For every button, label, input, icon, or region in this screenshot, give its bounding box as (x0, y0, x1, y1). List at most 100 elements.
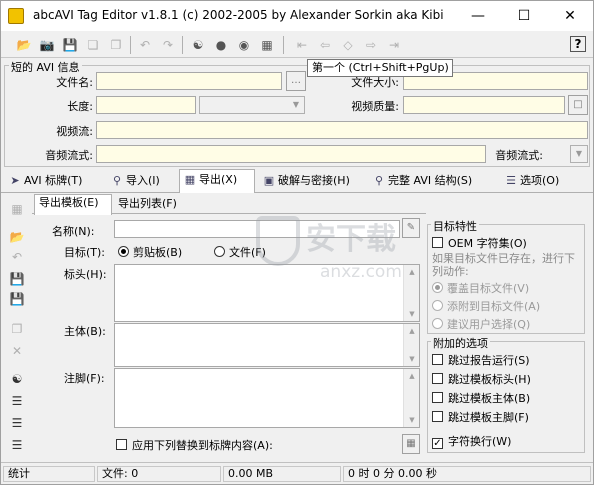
video-stream-label: 视频流: (56, 125, 93, 138)
header-scrollbar[interactable]: ▲ ▼ (403, 265, 419, 321)
last-icon[interactable]: ⇥ (385, 36, 403, 54)
save-as-icon[interactable]: 💾 (8, 290, 26, 308)
footer-textarea[interactable]: ▲ ▼ (114, 368, 420, 428)
save-all-icon[interactable]: ❏ (84, 36, 102, 54)
skip-report-checkbox[interactable]: 跳过报告运行(S) (432, 352, 530, 368)
name-edit-button[interactable]: ✎ (402, 218, 420, 238)
ask-user-radio[interactable]: 建议用户选择(Q) (432, 316, 530, 332)
apply-replace-checkbox[interactable]: 应用下列替换到标牌内容(A): (116, 437, 273, 453)
undo-icon[interactable]: ↶ (136, 36, 154, 54)
header-textarea[interactable]: ▲ ▼ (114, 264, 420, 322)
undo-icon[interactable]: ↶ (8, 248, 26, 266)
export-sidebar: ▦ 📂 ↶ 💾 💾 ❐ ✕ ☯ ☰ ☰ ☰ (1, 194, 31, 460)
skip-body-checkbox[interactable]: 跳过模板主体(B) (432, 390, 530, 406)
open-file-icon[interactable]: 📂 (8, 228, 26, 246)
radio-dot (432, 300, 443, 311)
network-icon[interactable]: ☯ (189, 36, 207, 54)
status-stats: 统计 (3, 466, 95, 482)
scroll-up-icon[interactable]: ▲ (404, 369, 420, 383)
extra-options-group-title: 附加的选项 (431, 335, 490, 351)
diamond-icon[interactable]: ◇ (339, 36, 357, 54)
save-icon[interactable]: 💾 (8, 270, 26, 288)
name-field[interactable] (114, 220, 400, 238)
skip-footer-checkbox[interactable]: 跳过模板主脚(F) (432, 409, 529, 425)
filename-field[interactable] (96, 72, 282, 90)
overwrite-radio[interactable]: 覆盖目标文件(V) (432, 280, 529, 296)
options-icon: ☰ (506, 174, 516, 187)
oem-charset-checkbox[interactable]: OEM 字符集(O) (432, 235, 527, 251)
footer-scrollbar[interactable]: ▲ ▼ (403, 369, 419, 427)
scroll-down-icon[interactable]: ▼ (404, 352, 420, 366)
tab-options[interactable]: ☰ 选项(O) (501, 171, 573, 192)
close-button[interactable]: ✕ (547, 1, 593, 31)
file-radio[interactable]: 文件(F) (214, 244, 266, 260)
clipboard-radio[interactable]: 剪贴板(B) (118, 244, 182, 260)
scroll-up-icon[interactable]: ▲ (404, 265, 420, 279)
video-stream-field[interactable] (96, 121, 588, 139)
first-icon[interactable]: ⇤ (293, 36, 311, 54)
camera-icon[interactable]: 📷 (38, 36, 56, 54)
minimize-button[interactable]: — (455, 1, 501, 31)
audio-stream-select[interactable]: ▼ (570, 145, 588, 163)
subtab-export-list[interactable]: 导出列表(F) (114, 196, 192, 214)
tree-icon[interactable]: ☯ (8, 370, 26, 388)
world-icon[interactable]: ◉ (235, 36, 253, 54)
append-option-label: 添附到目标文件(A) (447, 300, 541, 313)
radio-dot (214, 246, 225, 257)
video-quality-field[interactable] (403, 96, 565, 114)
avi-info-group-title: 短的 AVI 信息 (9, 59, 82, 75)
tab-import[interactable]: ⚲ 导入(I) (107, 171, 177, 192)
scroll-down-icon[interactable]: ▼ (404, 307, 420, 321)
toolbar-separator (130, 36, 131, 54)
calculator-icon[interactable]: ▦ (8, 200, 26, 218)
video-quality-button[interactable]: □ (568, 95, 588, 115)
word-wrap-checkbox[interactable]: ✓ 字符换行(W) (432, 433, 511, 449)
save-icon[interactable]: 💾 (61, 36, 79, 54)
checkbox-box (432, 392, 443, 403)
checkbox-box (432, 411, 443, 422)
list-icon[interactable]: ☰ (8, 392, 26, 410)
list-icon[interactable]: ☰ (8, 414, 26, 432)
help-icon[interactable]: ? (570, 36, 586, 52)
next-icon[interactable]: ⇨ (362, 36, 380, 54)
copy-icon[interactable]: ❐ (107, 36, 125, 54)
audio-stream-label-2: 音频流式: (495, 149, 543, 162)
tab-label: 导入(I) (126, 174, 160, 187)
tab-avi-tag[interactable]: ➤ AVI 标牌(T) (5, 171, 103, 192)
browse-file-button[interactable]: … (286, 71, 306, 91)
oem-charset-label: OEM 字符集(O) (448, 237, 527, 250)
skip-body-label: 跳过模板主体(B) (448, 392, 531, 405)
status-bar: 统计 文件: 0 0.00 MB 0 时 0 分 0.00 秒 (1, 462, 593, 484)
main-tabs: ➤ AVI 标牌(T) ⚲ 导入(I) ▦ 导出(X) ▣ 破解与密接(H) ⚲ 完整 A… (1, 169, 593, 193)
redo-icon[interactable]: ↷ (159, 36, 177, 54)
copy-icon[interactable]: ❐ (8, 320, 26, 338)
tab-avi-structure[interactable]: ⚲ 完整 AVI 结构(S) (369, 171, 495, 192)
length-field[interactable] (96, 96, 196, 114)
table-icon[interactable]: ▦ (402, 434, 420, 454)
delete-icon[interactable]: ✕ (8, 342, 26, 360)
list-icon[interactable]: ☰ (8, 436, 26, 454)
maximize-button[interactable]: ☐ (501, 1, 547, 31)
body-scrollbar[interactable]: ▲ ▼ (403, 324, 419, 366)
tab-crack[interactable]: ▣ 破解与密接(H) (259, 171, 365, 192)
scroll-down-icon[interactable]: ▼ (404, 413, 420, 427)
scroll-up-icon[interactable]: ▲ (404, 324, 420, 338)
app-icon (8, 8, 24, 24)
tab-export[interactable]: ▦ 导出(X) (179, 169, 255, 193)
tab-label: 破解与密接(H) (278, 174, 350, 187)
append-radio[interactable]: 添附到目标文件(A) (432, 298, 540, 314)
body-textarea[interactable]: ▲ ▼ (114, 323, 420, 367)
previous-icon[interactable]: ⇦ (316, 36, 334, 54)
chevron-down-icon: ▼ (575, 149, 583, 158)
open-file-icon[interactable]: 📂 (15, 36, 33, 54)
globe-icon[interactable]: ● (212, 36, 230, 54)
export-panel: 导出模板(E) 导出列表(F) 名称(N): ✎ 目标(T): 剪贴板(B) 文… (32, 194, 426, 458)
filename-label: 文件名: (56, 76, 93, 89)
calculator-icon[interactable]: ▦ (258, 36, 276, 54)
subtab-export-template[interactable]: 导出模板(E) (34, 194, 112, 215)
audio-stream-field[interactable] (96, 145, 486, 163)
skip-header-checkbox[interactable]: 跳过模板标头(H) (432, 371, 531, 387)
target-props-group-title: 目标特性 (431, 218, 479, 234)
word-wrap-label: 字符换行(W) (448, 435, 512, 448)
length-format-select[interactable]: ▼ (199, 96, 305, 114)
